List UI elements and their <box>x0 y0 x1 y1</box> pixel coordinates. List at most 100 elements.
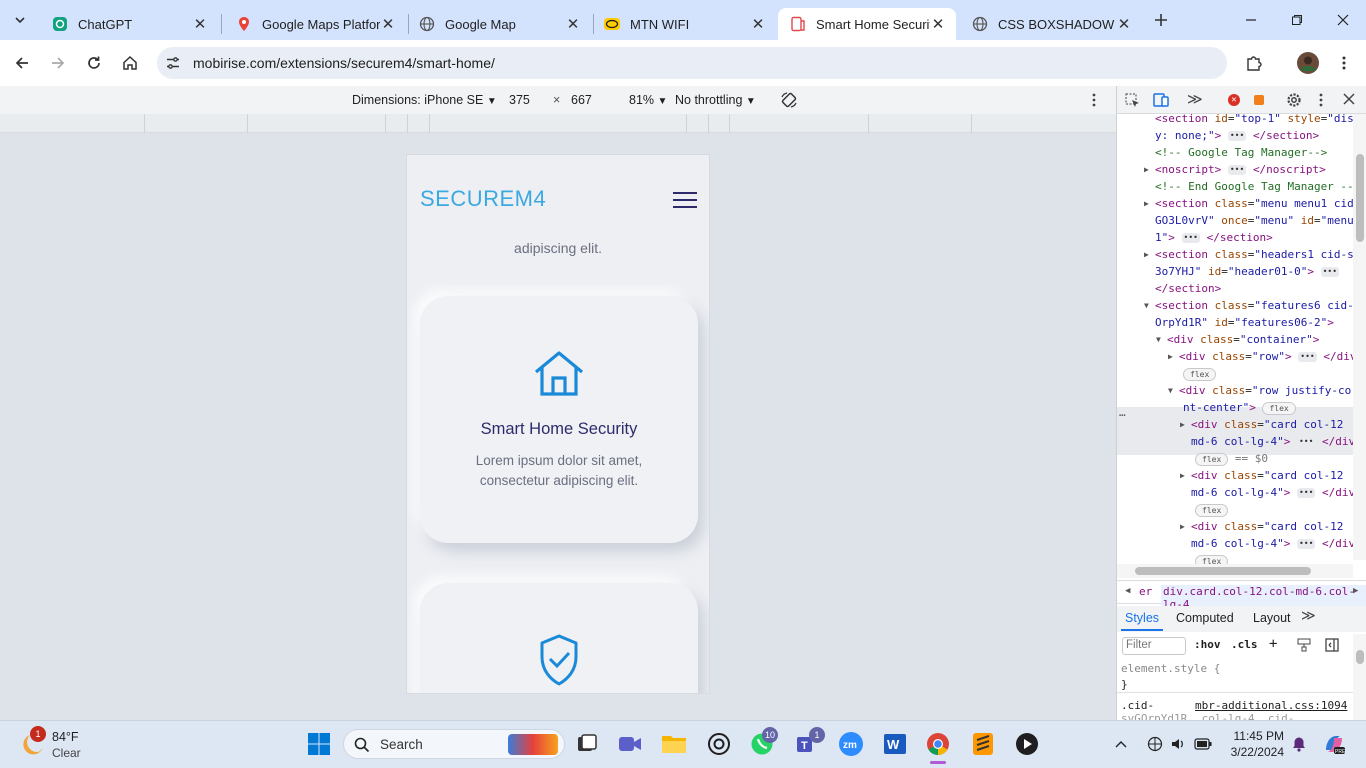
elements-tree[interactable]: … <section id="top-1" style="dis y: none;… <box>1117 114 1355 564</box>
rotate-button[interactable] <box>780 91 798 112</box>
dom-tree-line[interactable]: nt-center"> flex <box>1183 399 1355 416</box>
dom-tree-line[interactable]: 3o7YHJ" id="header01-0"> ••• <box>1155 263 1355 280</box>
home-button[interactable] <box>116 49 144 77</box>
dom-tree-line[interactable]: <div class="container"> <box>1167 331 1355 348</box>
clock-time[interactable]: 11:45 PM <box>1222 729 1284 743</box>
dom-tree-line[interactable]: </section> <box>1155 280 1355 297</box>
throttling-select[interactable]: No throttling ▼ <box>675 93 756 107</box>
device-height-input[interactable]: 667 <box>571 93 592 107</box>
dom-tree-line[interactable]: <noscript> ••• </noscript> <box>1155 161 1355 178</box>
dom-tree-line[interactable]: md-6 col-lg-4"> ••• </div> <box>1191 535 1355 552</box>
device-options-button[interactable] <box>1087 92 1101 111</box>
dom-tree-line[interactable]: <div class="row justify-co <box>1179 382 1355 399</box>
tab-mtn-wifi[interactable]: MTN WIFI ✕ <box>592 8 776 40</box>
chrome-icon[interactable] <box>925 731 951 757</box>
dom-tree-line[interactable]: flex <box>1183 365 1355 382</box>
issues-icon[interactable] <box>1254 95 1264 105</box>
error-icon[interactable]: ✕ <box>1228 94 1240 106</box>
task-view-icon[interactable] <box>574 731 600 757</box>
close-icon[interactable]: ✕ <box>380 16 396 33</box>
expand-arrow-closed-icon[interactable]: ▶ <box>1144 195 1149 212</box>
expand-arrow-closed-icon[interactable]: ▶ <box>1180 518 1185 535</box>
tray-overflow-icon[interactable] <box>1114 737 1128 752</box>
breadcrumb-left-arrow[interactable]: ◀ <box>1125 586 1130 596</box>
breadcrumb-right-arrow[interactable]: ▶ <box>1353 586 1358 596</box>
tab-smart-home-security[interactable]: Smart Home Security ✕ <box>778 8 956 40</box>
new-tab-button[interactable] <box>1149 8 1173 32</box>
media-query-ruler[interactable] <box>0 114 1116 133</box>
weather-widget[interactable]: 1 84°F Clear <box>18 726 108 764</box>
dom-tree-line[interactable]: GO3L0vrV" once="menu" id="menu <box>1155 212 1355 229</box>
clock-date[interactable]: 3/22/2024 <box>1222 745 1284 759</box>
tab-computed[interactable]: Computed <box>1176 611 1234 625</box>
extensions-button[interactable] <box>1240 49 1268 77</box>
close-devtools-icon[interactable] <box>1343 93 1355 108</box>
file-explorer-icon[interactable] <box>661 731 687 757</box>
expand-arrow-open-icon[interactable]: ▼ <box>1156 331 1161 348</box>
dom-tree-line[interactable]: OrpYd1R" id="features06-2"> <box>1155 314 1355 331</box>
menu-button[interactable] <box>1330 49 1358 77</box>
dom-tree-line[interactable]: 1"> ••• </section> <box>1155 229 1355 246</box>
start-button[interactable] <box>306 731 332 757</box>
dom-tree-line[interactable]: flex == $0 <box>1195 450 1355 467</box>
rule-selector[interactable]: .cid- <box>1121 699 1154 712</box>
copilot-icon[interactable]: PRE <box>1322 732 1346 759</box>
element-style-rule[interactable]: element.style { <box>1121 662 1220 675</box>
expand-arrow-closed-icon[interactable]: ▶ <box>1180 467 1185 484</box>
sidebar-toggle-icon[interactable] <box>1325 638 1339 655</box>
word-icon[interactable]: W <box>882 731 908 757</box>
tab-google-map[interactable]: Google Map ✕ <box>407 8 591 40</box>
dom-tree-line[interactable]: <div class="card col-12 <box>1191 416 1355 433</box>
tab-layout[interactable]: Layout <box>1253 611 1291 625</box>
network-icon[interactable] <box>1147 736 1163 755</box>
close-icon[interactable]: ✕ <box>192 16 208 33</box>
device-toggle-button[interactable] <box>1153 92 1169 111</box>
forward-button[interactable] <box>44 49 72 77</box>
minimize-button[interactable] <box>1240 10 1262 30</box>
more-tabs-icon[interactable]: ≫ <box>1301 608 1316 624</box>
close-icon[interactable]: ✕ <box>930 16 946 33</box>
dom-tree-line[interactable]: flex <box>1195 552 1355 564</box>
dom-scrollbar[interactable] <box>1353 114 1366 560</box>
dom-tree-line[interactable]: <!-- Google Tag Manager--> <box>1155 144 1355 161</box>
zoom-icon[interactable]: zm <box>838 731 864 757</box>
inspect-element-button[interactable] <box>1125 93 1140 111</box>
close-window-button[interactable] <box>1332 10 1354 30</box>
url-text[interactable]: mobirise.com/extensions/securem4/smart-h… <box>193 55 495 71</box>
expand-arrow-closed-icon[interactable]: ▶ <box>1144 161 1149 178</box>
paint-icon[interactable] <box>1297 638 1311 655</box>
close-icon[interactable]: ✕ <box>565 16 581 33</box>
dom-tree-line[interactable]: <section id="top-1" style="dis <box>1155 114 1355 127</box>
dom-tree-line[interactable]: md-6 col-lg-4"> ••• </div> <box>1191 484 1355 501</box>
dom-tree-line[interactable]: md-6 col-lg-4"> ••• </div> <box>1191 433 1355 450</box>
profile-avatar[interactable] <box>1294 49 1322 77</box>
devtools-menu-icon[interactable] <box>1316 92 1326 111</box>
back-button[interactable] <box>8 49 36 77</box>
dom-tree-line[interactable]: <section class="menu menu1 cid <box>1155 195 1355 212</box>
dom-tree-line[interactable]: <div class="row"> ••• </div> <box>1179 348 1355 365</box>
dom-tree-line[interactable]: <div class="card col-12 <box>1191 518 1355 535</box>
add-rule-icon[interactable]: + <box>1269 636 1277 652</box>
expand-arrow-closed-icon[interactable]: ▶ <box>1180 416 1185 433</box>
close-icon[interactable]: ✕ <box>750 16 766 33</box>
chatgpt-app-icon[interactable] <box>706 731 732 757</box>
meet-icon[interactable] <box>617 731 643 757</box>
dom-tree-line[interactable]: <div class="card col-12 <box>1191 467 1355 484</box>
restore-button[interactable] <box>1286 10 1308 30</box>
tab-css-boxshadow[interactable]: CSS BOXSHADOW ✕ <box>960 8 1142 40</box>
dom-hscrollbar[interactable] <box>1117 564 1353 578</box>
tab-search-button[interactable] <box>8 8 32 32</box>
more-tabs-icon[interactable]: ≫ <box>1187 90 1203 108</box>
dom-tree-line[interactable]: y: none;"> ••• </section> <box>1155 127 1355 144</box>
rule-source-link[interactable]: mbr-additional.css:1094 <box>1195 699 1347 712</box>
dom-tree-line[interactable]: <!-- End Google Tag Manager -- <box>1155 178 1355 195</box>
hamburger-menu-button[interactable] <box>672 191 698 209</box>
site-logo[interactable]: SECUREM4 <box>420 186 546 212</box>
tab-google-maps-platform[interactable]: Google Maps Platform ✕ <box>224 8 406 40</box>
breadcrumb-prev[interactable]: er <box>1139 585 1152 598</box>
battery-icon[interactable] <box>1194 738 1212 753</box>
close-icon[interactable]: ✕ <box>1116 16 1132 33</box>
tab-chatgpt[interactable]: ChatGPT ✕ <box>40 8 218 40</box>
notification-bell-icon[interactable] <box>1291 736 1307 755</box>
device-select[interactable]: Dimensions: iPhone SE ▼ <box>352 93 497 107</box>
